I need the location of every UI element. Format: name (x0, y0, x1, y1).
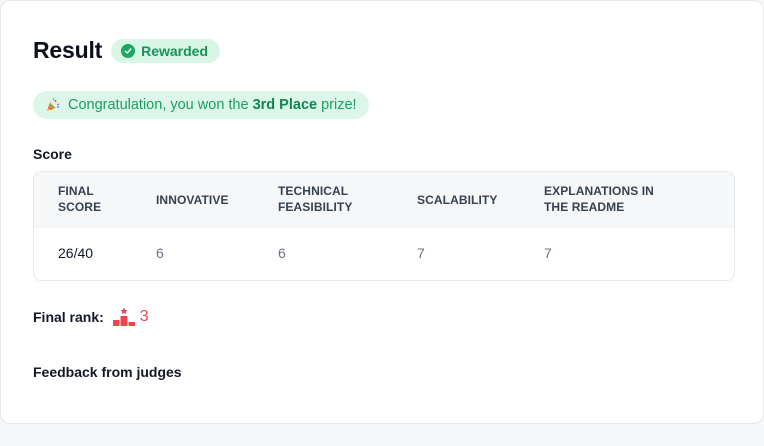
party-popper-icon (45, 97, 60, 113)
final-rank-label: Final rank: (33, 309, 104, 325)
result-header: Result Rewarded (33, 37, 221, 64)
final-score-value: 26/40 (58, 245, 94, 261)
check-circle-icon (121, 43, 136, 58)
technical-feasibility-value: 6 (278, 245, 286, 261)
table-row: 26/40 6 6 7 7 (34, 228, 734, 280)
banner-place: 3rd Place (252, 97, 318, 113)
innovative-value: 6 (156, 245, 164, 261)
podium-icon (112, 307, 136, 327)
final-rank: Final rank: 3 (33, 307, 149, 327)
score-table-header: FINAL SCORE INNOVATIVE TECHNICAL FEASIBI… (34, 172, 734, 228)
result-card: Result Rewarded Congratulation, you won … (0, 0, 764, 424)
feedback-label: Feedback from judges (33, 364, 182, 380)
final-rank-value: 3 (139, 308, 149, 325)
score-label: Score (33, 146, 72, 162)
banner-suffix: prize! (317, 97, 357, 113)
status-badge-label: Rewarded (141, 42, 209, 59)
column-scalability: SCALABILITY (417, 193, 498, 207)
column-technical-feasibility: TECHNICAL FEASIBILITY (278, 184, 353, 214)
explanations-readme-value: 7 (544, 245, 552, 261)
column-innovative: INNOVATIVE (156, 193, 229, 207)
scalability-value: 7 (417, 245, 425, 261)
banner-prefix: Congratulation, you won the (68, 97, 253, 113)
column-explanations-readme: EXPLANATIONS IN THE README (544, 184, 654, 214)
score-table: FINAL SCORE INNOVATIVE TECHNICAL FEASIBI… (33, 171, 735, 281)
column-final-score: FINAL SCORE (58, 184, 102, 214)
result-title: Result (33, 37, 103, 63)
status-badge: Rewarded (111, 38, 221, 63)
congratulation-banner: Congratulation, you won the 3rd Place pr… (33, 91, 369, 119)
